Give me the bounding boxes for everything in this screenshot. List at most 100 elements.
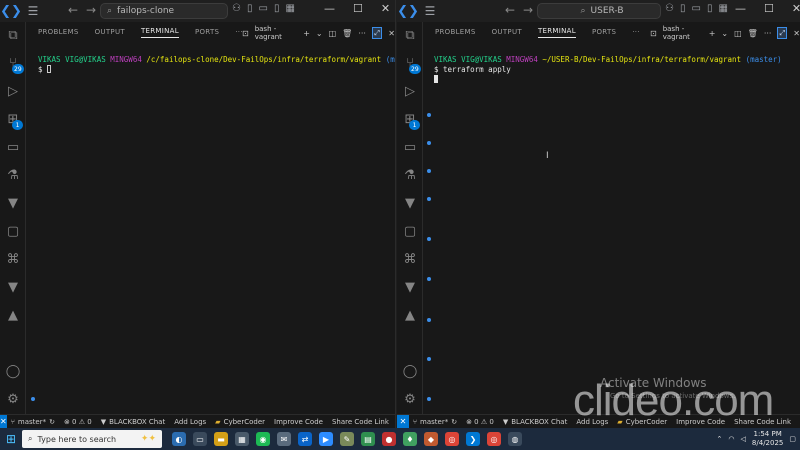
mail-app-icon[interactable]: ✉ [277,432,291,446]
calendar-app-icon[interactable]: ▦ [235,432,249,446]
clock[interactable]: 1:54 PM 8/4/2025 [752,430,783,448]
trash-icon[interactable]: 🗑 [748,29,758,38]
command-decoration[interactable] [427,318,431,322]
accounts-icon[interactable]: ◯ [4,362,22,380]
git-app-icon[interactable]: ◆ [424,432,438,446]
blackbox-agent-icon[interactable]: ▼ [401,278,419,296]
tab-ports[interactable]: PORTS [195,28,219,36]
branch-status[interactable]: ⑂ master* ↻ [413,418,457,426]
more-icon[interactable]: ··· [632,28,640,36]
split-terminal-icon[interactable]: ◫ [734,29,742,38]
toggle-primary-sidebar-icon[interactable]: ▯ [247,3,253,14]
toggle-primary-sidebar-icon[interactable]: ▯ [680,3,686,14]
volume-icon[interactable]: ◁ [741,435,746,443]
pinned-app-icon[interactable]: ◍ [508,432,522,446]
close-icon[interactable]: ✕ [381,2,390,15]
run-debug-icon[interactable]: ▷ [4,82,22,100]
command-decoration[interactable] [427,357,431,361]
minimize-icon[interactable]: — [735,2,746,15]
forward-arrow-icon[interactable]: → [523,3,533,17]
improve-code-status[interactable]: Improve Code [274,418,323,426]
remote-explorer-icon[interactable]: ▭ [4,138,22,156]
blackbox-icon[interactable]: ▼ [4,194,22,212]
mountain-icon[interactable]: ▲ [401,306,419,324]
copilot-app-icon[interactable]: ◐ [172,432,186,446]
cybercoder-status[interactable]: ▰ CyberCoder [215,418,265,426]
paint-app-icon[interactable]: ✎ [340,432,354,446]
testing-icon[interactable]: ⚗ [4,166,22,184]
back-arrow-icon[interactable]: ← [68,3,78,17]
record-app-icon[interactable]: ● [382,432,396,446]
toggle-panel-icon[interactable]: ▭ [691,3,700,14]
tray-chevron-icon[interactable]: ⌃ [717,435,723,443]
tab-output[interactable]: OUTPUT [492,28,522,36]
terminal-name[interactable]: bash - vagrant [663,25,703,41]
notification-icon[interactable]: ▢ [789,435,796,443]
remote-indicator-icon[interactable]: ✕ [0,415,7,428]
tab-output[interactable]: OUTPUT [95,28,125,36]
maximize-panel-icon[interactable]: ⤢ [777,27,788,39]
accounts-icon[interactable]: ◯ [401,362,419,380]
blackbox-icon[interactable]: ▼ [401,194,419,212]
toggle-panel-icon[interactable]: ▭ [258,3,267,14]
sheets-app-icon[interactable]: ▤ [361,432,375,446]
customize-layout-icon[interactable]: ▦ [285,3,294,14]
command-decoration[interactable] [427,277,431,281]
command-decoration[interactable] [427,113,431,117]
back-arrow-icon[interactable]: ← [505,3,515,17]
figma-icon[interactable]: ⌘ [401,250,419,268]
command-decoration[interactable] [427,169,431,173]
minimize-icon[interactable]: — [324,2,335,15]
menu-icon[interactable]: ☰ [22,0,44,22]
windows-start-icon[interactable]: ⊞ [0,432,22,446]
teamviewer-icon[interactable]: ⇄ [298,432,312,446]
chevron-down-icon[interactable]: ⌄ [316,29,323,38]
menu-icon[interactable]: ☰ [419,0,441,22]
problems-status[interactable]: ⊗ 0 ⚠ 0 [64,418,92,426]
more-actions-icon[interactable]: ··· [358,29,366,38]
tab-problems[interactable]: PROBLEMS [38,28,79,36]
problems-status[interactable]: ⊗ 0 ⚠ 0 [466,418,494,426]
testing-icon[interactable]: ⚗ [401,166,419,184]
chrome-profile-icon[interactable]: ◎ [487,432,501,446]
new-terminal-icon[interactable]: + [303,29,310,38]
maximize-icon[interactable]: ☐ [764,2,774,15]
task-view-icon[interactable]: ▭ [193,432,207,446]
tab-ports[interactable]: PORTS [592,28,616,36]
mountain-icon[interactable]: ▲ [4,306,22,324]
tab-problems[interactable]: PROBLEMS [435,28,476,36]
trash-icon[interactable]: 🗑 [342,29,352,38]
file-explorer-icon[interactable]: ▬ [214,432,228,446]
command-center-search[interactable]: ⌕ USER-B [537,3,661,19]
zoom-icon[interactable]: ▶ [319,432,333,446]
command-decoration[interactable] [427,197,431,201]
command-decoration[interactable] [427,237,431,241]
settings-gear-icon[interactable]: ⚙ [4,390,22,408]
terminal-output[interactable]: VIKAS VIG@VIKAS MINGW64 ~/USER-B/Dev-Fai… [434,55,782,85]
terminal-output[interactable]: VIKAS VIG@VIKAS MINGW64 /c/failops-clone… [38,55,395,75]
share-code-link-status[interactable]: Share Code Link [332,418,389,426]
close-icon[interactable]: ✕ [792,2,800,15]
spotify-icon[interactable]: ◉ [256,432,270,446]
chat-icon[interactable]: ▢ [4,222,22,240]
command-decoration[interactable] [427,141,431,145]
command-decoration[interactable] [427,397,431,401]
terminal-name[interactable]: bash - vagrant [255,25,298,41]
remote-explorer-icon[interactable]: ▭ [401,138,419,156]
command-decoration[interactable] [31,397,35,401]
close-panel-icon[interactable]: ✕ [793,29,800,38]
close-panel-icon[interactable]: ✕ [388,29,395,38]
maximize-icon[interactable]: ☐ [353,2,363,15]
chat-icon[interactable]: ▢ [401,222,419,240]
figma-icon[interactable]: ⌘ [4,250,22,268]
network-icon[interactable]: ◠ [728,435,734,443]
customize-layout-icon[interactable]: ▦ [718,3,727,14]
command-center-search[interactable]: ⌕ failops-clone [100,3,228,19]
chevron-down-icon[interactable]: ⌄ [721,29,728,38]
copilot-icon[interactable]: ⚇ [232,3,241,14]
split-terminal-icon[interactable]: ◫ [329,29,337,38]
blackbox-chat-status[interactable]: ▼ BLACKBOX Chat [503,418,568,426]
vscode-taskbar-icon[interactable]: ❯ [466,432,480,446]
settings-gear-icon[interactable]: ⚙ [401,390,419,408]
blackbox-chat-status[interactable]: ▼ BLACKBOX Chat [101,418,166,426]
